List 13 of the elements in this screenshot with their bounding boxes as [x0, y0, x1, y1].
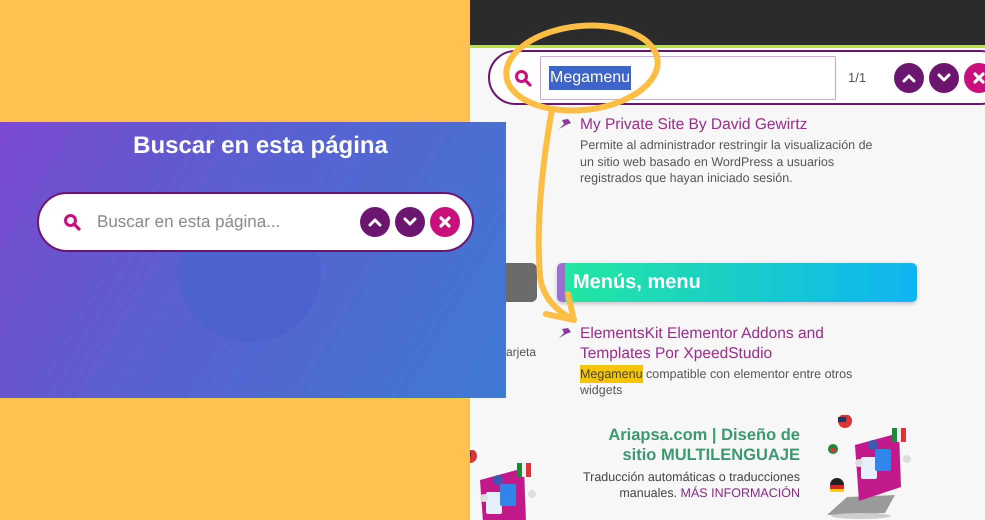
promo-title: Ariapsa.com | Diseño de sitio MULTILENGUAJE — [607, 424, 800, 464]
search-field[interactable]: Buscar en esta página... — [95, 211, 352, 233]
search-field[interactable]: Megamenu — [540, 56, 836, 100]
promo-text: Traducción automáticas o traducciones manuales. MÁS INFORMACIÓN — [582, 468, 800, 500]
match-count: 1/1 — [848, 70, 866, 85]
result-title[interactable]: My Private Site By David Gewirtz — [580, 115, 888, 135]
more-info-link[interactable]: MÁS INFORMACIÓN — [680, 486, 800, 500]
panel-title: Buscar en esta página — [132, 132, 389, 160]
result-description: Megamenu compatible con elementor entre otros widgets — [580, 366, 854, 398]
section-header: Menús, menu — [557, 262, 917, 302]
result-description: Permite al administrador restringir la visualización de un sitio web basado en WordPress a usuarios registrados que hayan iniciado sesión. — [580, 137, 874, 186]
result-title[interactable]: ElementsKit Elementor Addons and Templates Por XpeedStudio — [580, 324, 888, 364]
partial-text: arjeta — [506, 344, 536, 358]
